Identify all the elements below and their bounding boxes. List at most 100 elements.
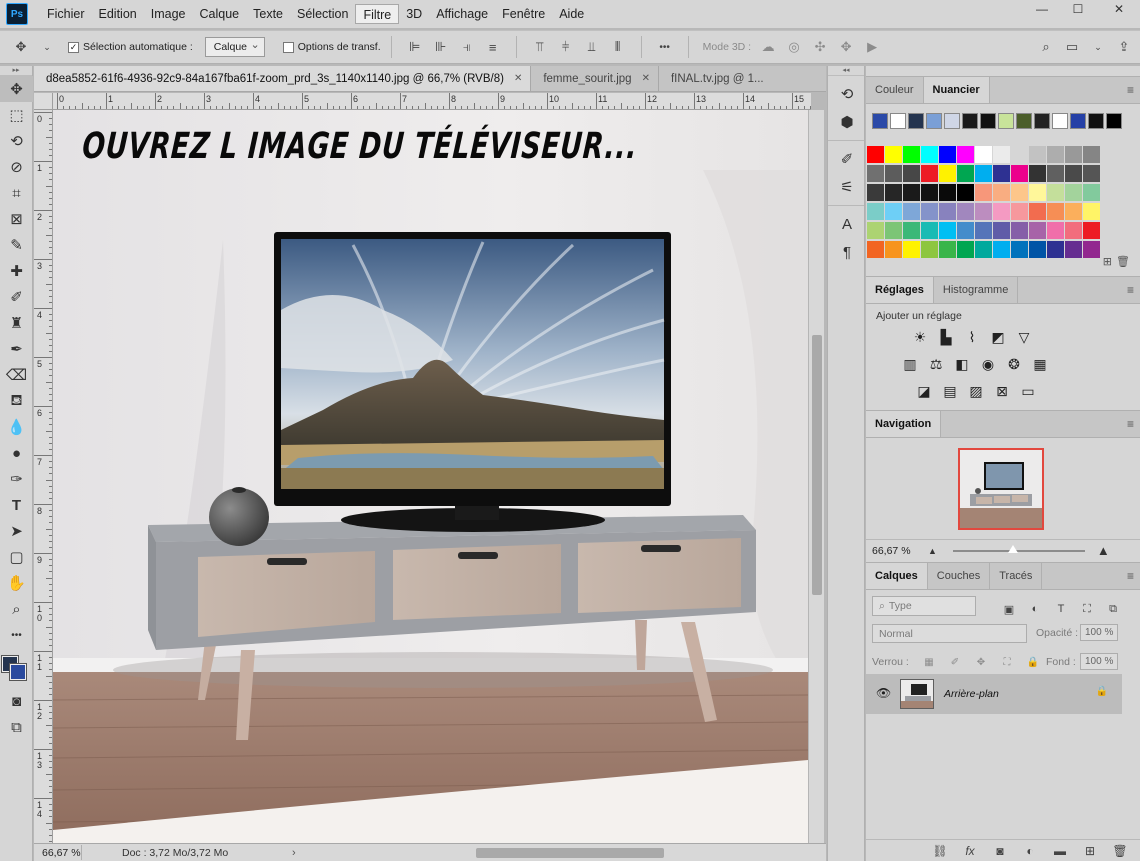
blur-tool[interactable]: 💧: [0, 414, 33, 440]
swatch[interactable]: [939, 165, 956, 182]
swatch[interactable]: [1029, 203, 1046, 220]
swatch[interactable]: [939, 241, 956, 258]
menu-fichier[interactable]: Fichier: [40, 4, 92, 24]
new-adjustment-icon[interactable]: ◐: [1020, 841, 1040, 861]
swatch[interactable]: [957, 165, 974, 182]
recent-swatch[interactable]: [962, 113, 978, 129]
swatch[interactable]: [1011, 241, 1028, 258]
orbit-3d-icon[interactable]: ☁: [758, 37, 778, 57]
swatch[interactable]: [993, 165, 1010, 182]
menu-texte[interactable]: Texte: [246, 4, 290, 24]
align-vcenter-icon[interactable]: ⫩: [556, 37, 576, 57]
swatch[interactable]: [939, 184, 956, 201]
swatch[interactable]: [903, 184, 920, 201]
quick-selection-tool[interactable]: ⊘: [0, 154, 33, 180]
filter-smart-object-icon[interactable]: ⧉: [1103, 599, 1123, 619]
hand-tool[interactable]: ✋: [0, 570, 33, 596]
menu-filtre[interactable]: Filtre: [355, 4, 400, 24]
threshold-icon[interactable]: ▨: [964, 380, 988, 402]
swatch[interactable]: [921, 203, 938, 220]
swatch[interactable]: [885, 203, 902, 220]
swatch[interactable]: [1065, 222, 1082, 239]
panel-menu-icon[interactable]: ≡: [1127, 283, 1134, 297]
swatch[interactable]: [903, 241, 920, 258]
properties-icon[interactable]: ⚟: [828, 173, 866, 201]
swatch[interactable]: [867, 165, 884, 182]
navigator-zoom-value[interactable]: 66,67 %: [866, 545, 918, 557]
swatch[interactable]: [1047, 203, 1064, 220]
auto-select-checkbox[interactable]: ✓: [68, 41, 79, 53]
levels-icon[interactable]: ▙: [934, 326, 958, 348]
trash-icon[interactable]: 🗑: [1116, 255, 1130, 268]
link-layers-icon[interactable]: ⛓: [930, 841, 950, 861]
swatch[interactable]: [975, 184, 992, 201]
doc-tab[interactable]: fINAL.tv.jpg @ 1...: [658, 66, 772, 91]
lock-transparency-icon[interactable]: ▦: [919, 652, 939, 672]
eyedropper-tool[interactable]: ✎: [0, 232, 33, 258]
character-icon[interactable]: A: [828, 210, 866, 238]
horizontal-scroll-thumb[interactable]: [475, 847, 664, 858]
close-tab-icon[interactable]: ✕: [642, 73, 650, 84]
healing-brush-tool[interactable]: ✚: [0, 258, 33, 284]
zoom-slider-knob[interactable]: [1007, 544, 1018, 553]
brush-tool[interactable]: ✐: [0, 284, 33, 310]
filter-pixel-icon[interactable]: ▣: [999, 599, 1019, 619]
roll-3d-icon[interactable]: ◎: [784, 37, 804, 57]
transform-controls-checkbox[interactable]: [282, 41, 294, 53]
color-balance-icon[interactable]: ⚖: [924, 353, 948, 375]
screen-mode-icon[interactable]: ⧉: [0, 714, 33, 740]
search-icon[interactable]: ⌕: [1036, 37, 1056, 57]
swatch[interactable]: [903, 222, 920, 239]
navigator-thumbnail[interactable]: [958, 448, 1044, 530]
swatch[interactable]: [903, 165, 920, 182]
camera-3d-icon[interactable]: ▶: [862, 37, 882, 57]
history-icon[interactable]: ⟲: [828, 80, 866, 108]
swatch[interactable]: [1065, 241, 1082, 258]
swatch[interactable]: [1065, 203, 1082, 220]
crop-tool[interactable]: ⌗: [0, 180, 33, 206]
swatch[interactable]: [1047, 222, 1064, 239]
swatch[interactable]: [921, 241, 938, 258]
align-hcenter-icon[interactable]: ⊪: [431, 37, 451, 57]
swatch[interactable]: [1011, 203, 1028, 220]
swatch[interactable]: [993, 146, 1010, 163]
swatch[interactable]: [975, 146, 992, 163]
swatch[interactable]: [1029, 165, 1046, 182]
doc-tab[interactable]: femme_sourit.jpg ✕: [531, 66, 659, 91]
swatch[interactable]: [921, 165, 938, 182]
swatch[interactable]: [939, 146, 956, 163]
swatch[interactable]: [1083, 241, 1100, 258]
menu-calque[interactable]: Calque: [193, 4, 247, 24]
tab-nuancier[interactable]: Nuancier: [923, 77, 990, 103]
distribute-icon[interactable]: ≡: [483, 37, 503, 57]
lock-all-icon[interactable]: 🔒: [1023, 652, 1043, 672]
swatch[interactable]: [1065, 184, 1082, 201]
filter-adjustment-icon[interactable]: ◐: [1025, 599, 1045, 619]
recent-swatch[interactable]: [872, 113, 888, 129]
swatch[interactable]: [885, 241, 902, 258]
hue-saturation-icon[interactable]: ▥: [898, 353, 922, 375]
swatch[interactable]: [1011, 146, 1028, 163]
auto-select-target-dropdown[interactable]: Calque: [204, 37, 265, 57]
paragraph-icon[interactable]: ¶: [828, 238, 866, 266]
menu-image[interactable]: Image: [144, 4, 193, 24]
swatch[interactable]: [1029, 184, 1046, 201]
swatch[interactable]: [1083, 222, 1100, 239]
swatch[interactable]: [1083, 146, 1100, 163]
invert-icon[interactable]: ◪: [912, 380, 936, 402]
blend-mode-dropdown[interactable]: Normal: [872, 624, 1027, 643]
lock-artboard-icon[interactable]: ⛶: [997, 652, 1017, 672]
menu-aide[interactable]: Aide: [552, 4, 591, 24]
swatch[interactable]: [975, 222, 992, 239]
new-layer-icon[interactable]: ⊞: [1080, 841, 1100, 861]
swatch[interactable]: [885, 146, 902, 163]
recent-swatch[interactable]: [1106, 113, 1122, 129]
workspace-icon[interactable]: ▭: [1062, 37, 1082, 57]
share-icon[interactable]: ⇪: [1114, 37, 1134, 57]
add-mask-icon[interactable]: ◙: [990, 841, 1010, 861]
minimize-button[interactable]: —: [1026, 0, 1058, 18]
panel-grip[interactable]: ▸▸: [0, 66, 32, 76]
tab-reglages[interactable]: Réglages: [866, 277, 934, 303]
doc-tab-active[interactable]: d8ea5852-61f6-4936-92c9-84a167fba61f-zoo…: [34, 66, 532, 91]
vertical-scroll-thumb[interactable]: [812, 335, 822, 595]
